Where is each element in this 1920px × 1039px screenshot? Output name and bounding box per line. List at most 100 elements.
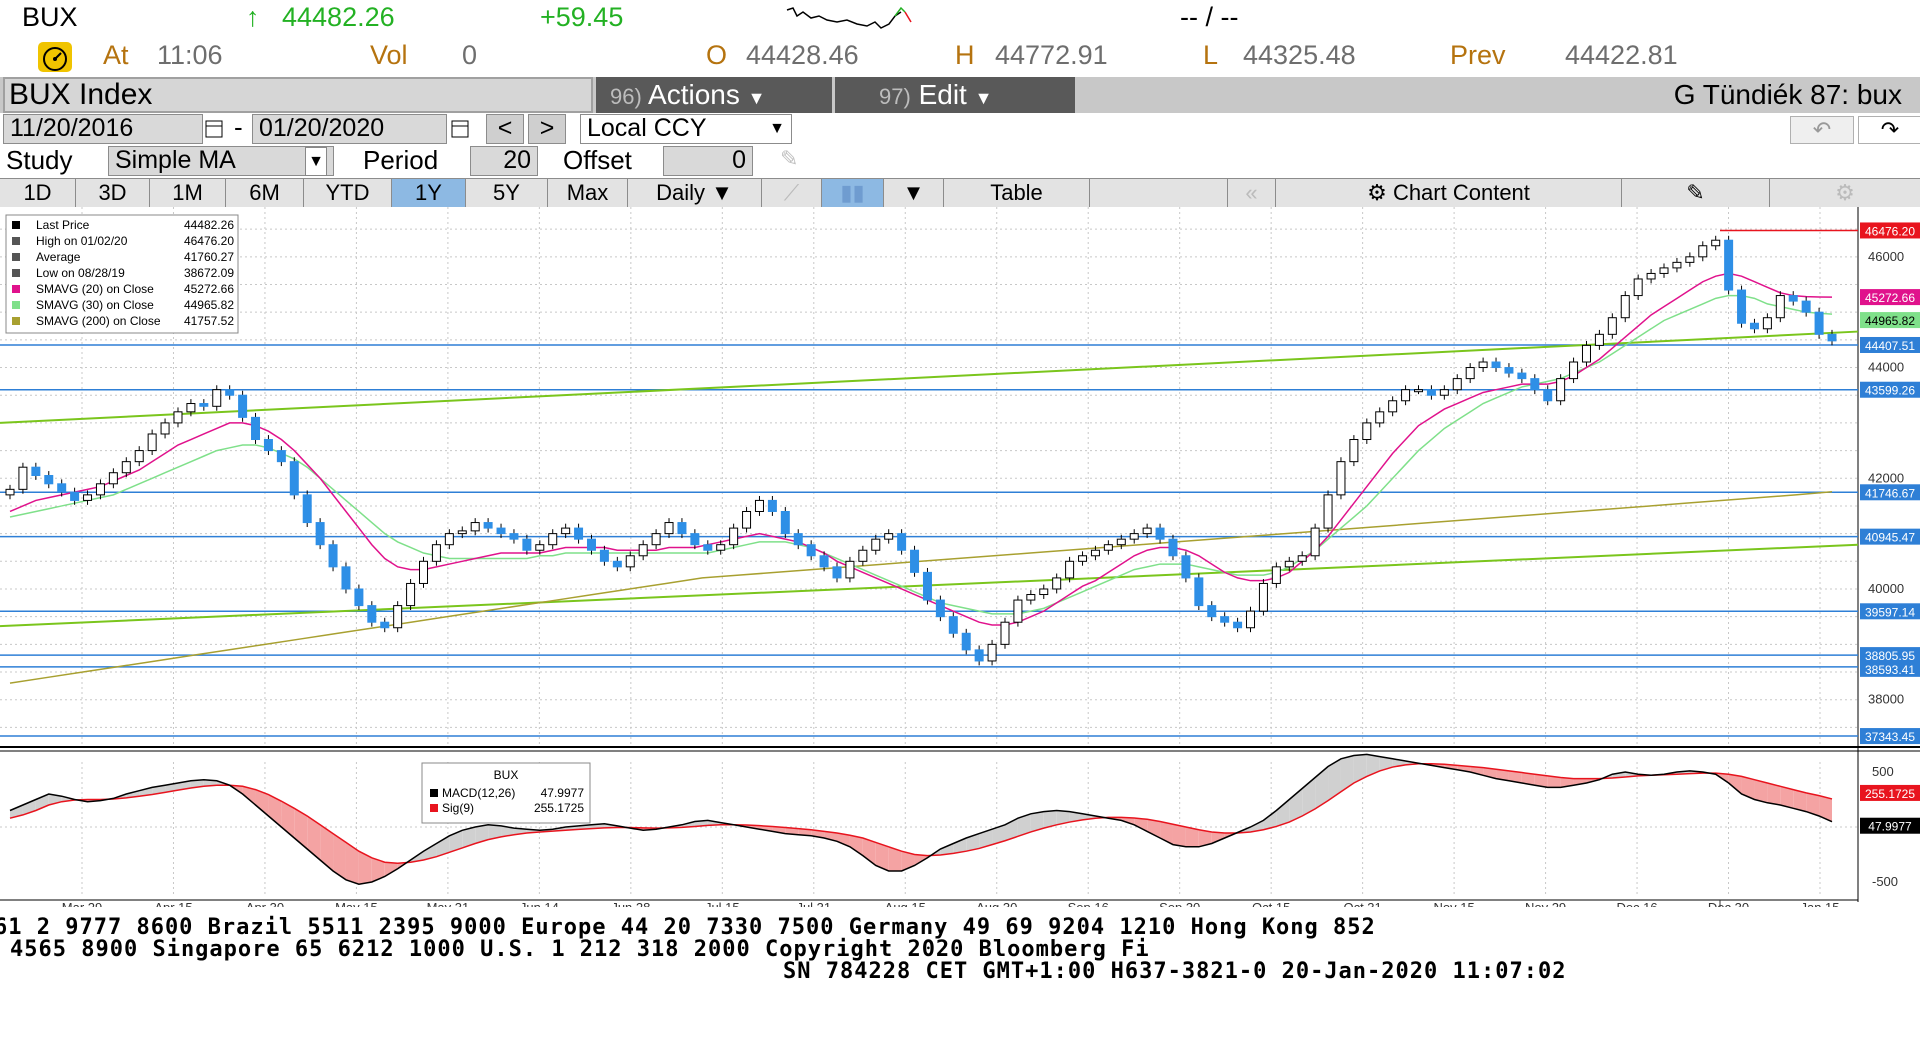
- period-input[interactable]: 20: [470, 146, 538, 176]
- candle: [1323, 494, 1333, 529]
- study-select[interactable]: Simple MA ▼: [108, 146, 334, 176]
- chevron-down-icon: ▼: [711, 180, 733, 205]
- undo-icon[interactable]: ↶: [1790, 116, 1854, 144]
- calendar-icon[interactable]: [204, 117, 224, 139]
- chart-content-button[interactable]: ⚙ Chart Content: [1276, 179, 1622, 207]
- candle: [1749, 322, 1759, 330]
- end-date-field[interactable]: 01/20/2020: [252, 114, 447, 144]
- collapse-icon[interactable]: «: [1228, 179, 1276, 207]
- offset-input[interactable]: 0: [663, 146, 753, 176]
- candle: [1246, 610, 1256, 629]
- at-label: At: [103, 40, 129, 70]
- candle: [1607, 317, 1617, 335]
- range-button-1m[interactable]: 1M: [150, 179, 226, 207]
- candle: [83, 494, 93, 501]
- frequency-dropdown[interactable]: Daily ▼: [628, 179, 762, 207]
- price-label: 39597.14: [1865, 605, 1915, 619]
- candle: [393, 605, 403, 629]
- candle: [586, 538, 596, 551]
- candle: [1646, 272, 1656, 280]
- x-tick-label: Apr 30: [246, 900, 284, 907]
- candle: [1116, 538, 1126, 546]
- gear-icon[interactable]: ⚙: [1770, 179, 1920, 207]
- footer-line-3: SN 784228 CET GMT+1:00 H637-3821-0 20-Ja…: [783, 959, 1567, 984]
- candle: [1711, 239, 1721, 247]
- candle: [134, 450, 144, 463]
- candle: [1297, 555, 1307, 562]
- chevron-down-icon: ▼: [974, 88, 993, 108]
- candle: [974, 649, 984, 662]
- candle: [1362, 422, 1372, 441]
- range-button-ytd[interactable]: YTD: [304, 179, 392, 207]
- range-button-6m[interactable]: 6M: [226, 179, 304, 207]
- price-label: 46476.20: [1865, 224, 1915, 238]
- security-field[interactable]: BUX Index: [3, 77, 593, 113]
- range-button-1d[interactable]: 1D: [0, 179, 76, 207]
- x-tick-label: Aug 30: [976, 900, 1017, 907]
- candle: [173, 411, 183, 424]
- legend-swatch: [12, 253, 20, 261]
- range-button-max[interactable]: Max: [548, 179, 628, 207]
- table-button[interactable]: Table: [944, 179, 1090, 207]
- study-value: Simple MA: [115, 146, 236, 174]
- legend-swatch: [12, 269, 20, 277]
- candle: [44, 475, 54, 485]
- currency-select[interactable]: Local CCY ▼: [580, 114, 792, 144]
- prev-label: Prev: [1450, 40, 1506, 70]
- candle: [793, 533, 803, 546]
- legend-label: Low on 08/28/19: [36, 266, 125, 280]
- range-button-3d[interactable]: 3D: [76, 179, 150, 207]
- start-date-field[interactable]: 11/20/2016: [3, 114, 203, 144]
- candle: [1698, 245, 1708, 258]
- candle: [1336, 461, 1346, 496]
- range-button-1y[interactable]: 1Y: [392, 179, 466, 207]
- next-period-button[interactable]: >: [528, 114, 566, 144]
- quote-time: 11:06: [157, 40, 223, 70]
- candle: [1504, 367, 1514, 374]
- actions-menu[interactable]: 96) Actions ▼: [596, 77, 832, 113]
- candle: [263, 439, 273, 452]
- candle: [1349, 439, 1359, 463]
- candle: [18, 466, 28, 490]
- chevron-down-icon: ▼: [902, 180, 925, 205]
- chart-type-dropdown[interactable]: ▼: [884, 179, 944, 207]
- open-value: 44428.46: [746, 40, 859, 70]
- candle: [780, 510, 790, 535]
- candle: [1556, 378, 1566, 402]
- y-tick-label: 40000: [1868, 581, 1904, 596]
- price-chart[interactable]: Mar 29 Apr 15 Apr 30 May 15 May 31 Jun 14 Jun …: [0, 207, 1920, 907]
- candle: [1530, 378, 1540, 391]
- candle-chart-icon[interactable]: ▮▮: [822, 179, 884, 207]
- pencil-icon[interactable]: ✎: [780, 146, 798, 172]
- gauge-icon[interactable]: [38, 42, 72, 72]
- net-change: +59.45: [540, 2, 624, 32]
- legend-value: 45272.66: [184, 282, 234, 296]
- candle: [1065, 560, 1075, 579]
- range-toolbar: Daily ▼ Daily ▼ ⟋ ▮▮ ▼ Table « ⚙ Chart C…: [0, 178, 1920, 233]
- edit-menu[interactable]: 97) Edit ▼: [835, 77, 1075, 113]
- calendar-icon[interactable]: [450, 117, 470, 139]
- candle: [147, 433, 157, 452]
- legend-swatch: [12, 221, 20, 229]
- candle: [1078, 555, 1088, 562]
- line-chart-icon[interactable]: ⟋: [762, 179, 822, 207]
- candle: [1659, 267, 1669, 274]
- candle: [1284, 560, 1294, 568]
- candle: [612, 560, 622, 568]
- candle: [832, 566, 842, 579]
- redo-icon[interactable]: ↷: [1858, 116, 1920, 144]
- candle: [1452, 378, 1462, 391]
- legend-label: Last Price: [36, 218, 90, 232]
- previous-period-button[interactable]: <: [486, 114, 524, 144]
- range-button-5y[interactable]: 5Y: [466, 179, 548, 207]
- macd-legend-value: 255.1725: [534, 801, 584, 815]
- candle: [1039, 588, 1049, 596]
- candle: [95, 483, 105, 496]
- candle: [1375, 411, 1385, 424]
- edit-chart-icon[interactable]: ✎: [1622, 179, 1770, 207]
- y-tick-label: 46000: [1868, 249, 1904, 264]
- high-value: 44772.91: [995, 40, 1108, 70]
- bid-ask: -- / --: [1180, 2, 1239, 32]
- x-tick-label: Nov 15: [1434, 900, 1475, 907]
- footer: 61 2 9777 8600 Brazil 5511 2395 9000 Eur…: [0, 915, 1920, 1039]
